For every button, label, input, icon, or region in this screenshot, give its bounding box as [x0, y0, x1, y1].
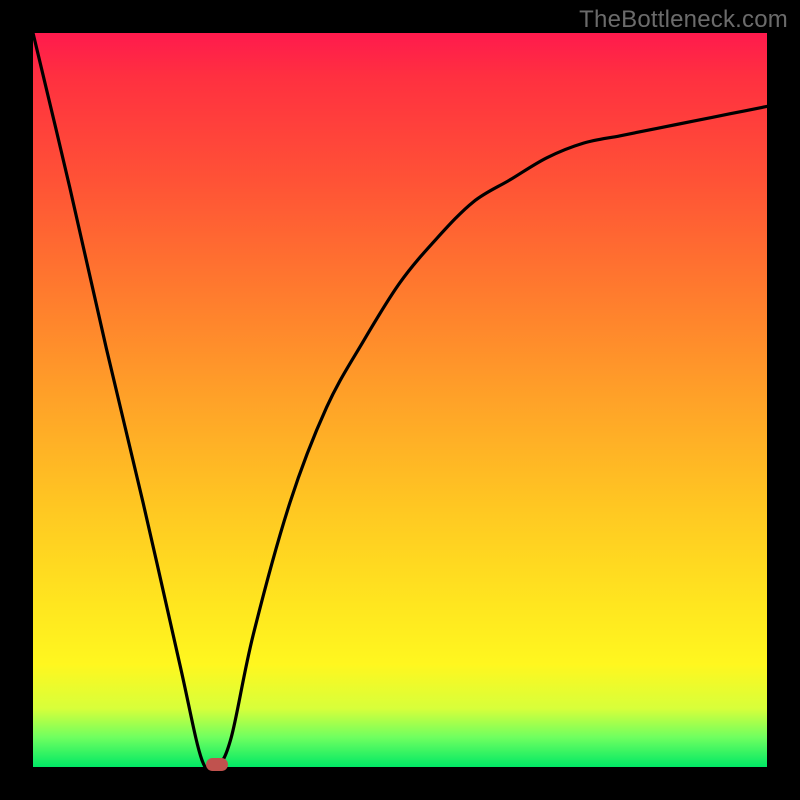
chart-frame: TheBottleneck.com	[0, 0, 800, 800]
plot-area	[33, 33, 767, 767]
minimum-marker	[206, 758, 228, 771]
watermark-text: TheBottleneck.com	[579, 6, 788, 34]
bottleneck-curve	[33, 33, 767, 767]
